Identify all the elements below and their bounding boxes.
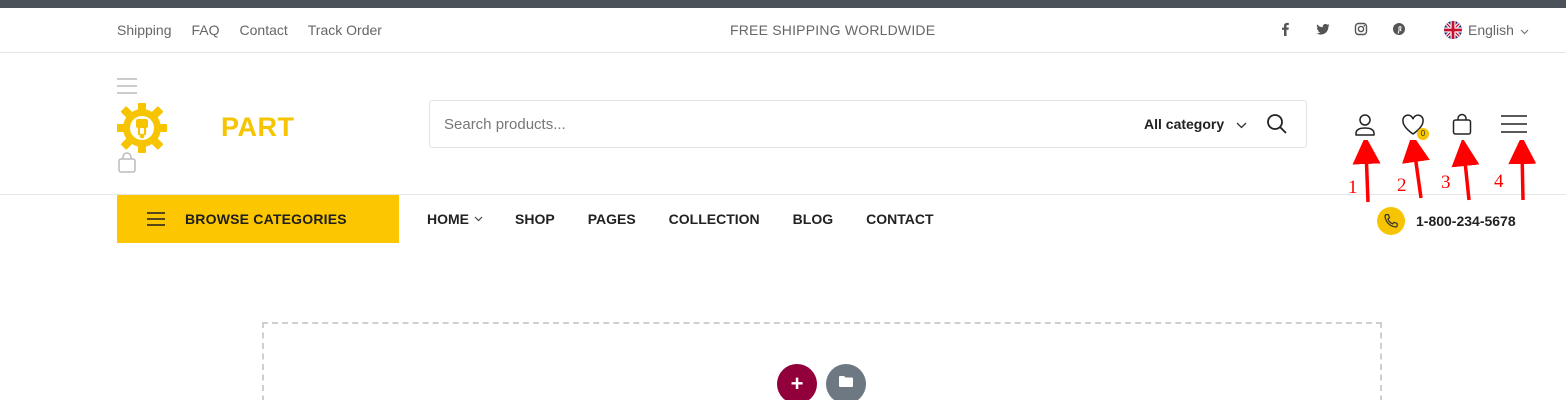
chevron-down-icon xyxy=(474,216,483,222)
plus-icon: + xyxy=(790,371,804,396)
top-bar: Shipping FAQ Contact Track Order FREE SH… xyxy=(0,8,1566,53)
annotation-arrow-1 xyxy=(1352,140,1381,203)
language-label: English xyxy=(1468,22,1514,38)
top-strip xyxy=(0,0,1566,8)
chevron-down-icon xyxy=(1520,22,1529,38)
search-icon[interactable] xyxy=(1266,113,1288,135)
annotation-arrow-2 xyxy=(1402,140,1430,199)
facebook-icon[interactable] xyxy=(1278,21,1292,37)
pinterest-icon[interactable] xyxy=(1392,21,1406,37)
top-link-track-order[interactable]: Track Order xyxy=(308,22,382,38)
nav-menu: HOME SHOP PAGES COLLECTION BLOG CONTACT xyxy=(427,211,934,227)
phone-icon xyxy=(1377,207,1405,235)
nav-item-contact[interactable]: CONTACT xyxy=(866,211,933,227)
nav-item-shop[interactable]: SHOP xyxy=(515,211,555,227)
social-links xyxy=(1278,21,1406,37)
nav-item-blog[interactable]: BLOG xyxy=(793,211,833,227)
search-input[interactable] xyxy=(444,113,1044,135)
promo-text: FREE SHIPPING WORLDWIDE xyxy=(730,22,936,38)
category-select-label: All category xyxy=(1144,116,1225,132)
page: Shipping FAQ Contact Track Order FREE SH… xyxy=(0,0,1566,400)
top-link-shipping[interactable]: Shipping xyxy=(117,22,172,38)
top-links: Shipping FAQ Contact Track Order xyxy=(117,22,382,38)
annotation-arrow-4 xyxy=(1508,140,1537,201)
search-box: All category xyxy=(429,100,1307,148)
category-select[interactable]: All category xyxy=(1144,116,1247,132)
logo-gear-icon[interactable] xyxy=(116,102,168,154)
language-selector[interactable]: English xyxy=(1444,21,1529,39)
mobile-menu-icon[interactable] xyxy=(117,77,137,95)
top-link-faq[interactable]: FAQ xyxy=(192,22,220,38)
annotation-arrows xyxy=(1352,140,1537,203)
bag-icon[interactable] xyxy=(1449,112,1475,138)
annotation-label-1: 1 xyxy=(1348,177,1358,198)
wishlist-count-badge: 0 xyxy=(1417,128,1429,140)
annotation-label-2: 2 xyxy=(1397,175,1407,196)
add-template-button[interactable] xyxy=(826,364,866,400)
nav-item-home[interactable]: HOME xyxy=(427,211,483,227)
main-header: PART All category 0 xyxy=(0,54,1566,195)
editor-drop-zone[interactable] xyxy=(262,322,1382,400)
folder-icon xyxy=(838,375,854,393)
nav-item-pages[interactable]: PAGES xyxy=(588,211,636,227)
logo-text[interactable]: PART xyxy=(221,112,295,143)
instagram-icon[interactable] xyxy=(1354,21,1368,37)
user-icon[interactable] xyxy=(1352,112,1378,138)
uk-flag-icon xyxy=(1444,21,1462,39)
browse-categories-button[interactable]: BROWSE CATEGORIES xyxy=(117,195,399,243)
add-section-button[interactable]: + xyxy=(777,364,817,400)
main-nav: BROWSE CATEGORIES HOME SHOP PAGES COLLEC… xyxy=(0,195,1566,243)
bars-icon xyxy=(147,212,165,226)
menu-icon[interactable] xyxy=(1501,112,1527,138)
nav-item-collection[interactable]: COLLECTION xyxy=(669,211,760,227)
top-link-contact[interactable]: Contact xyxy=(240,22,288,38)
annotation-arrow-3 xyxy=(1451,140,1480,201)
mobile-bag-icon[interactable] xyxy=(117,152,137,174)
annotation-label-3: 3 xyxy=(1441,172,1451,193)
annotation-label-4: 4 xyxy=(1494,171,1504,192)
browse-categories-label: BROWSE CATEGORIES xyxy=(185,211,347,227)
twitter-icon[interactable] xyxy=(1316,21,1330,37)
nav-item-label: HOME xyxy=(427,211,469,227)
phone-number: 1-800-234-5678 xyxy=(1416,213,1516,229)
chevron-down-icon xyxy=(1236,116,1247,132)
phone-contact[interactable]: 1-800-234-5678 xyxy=(1377,207,1516,235)
